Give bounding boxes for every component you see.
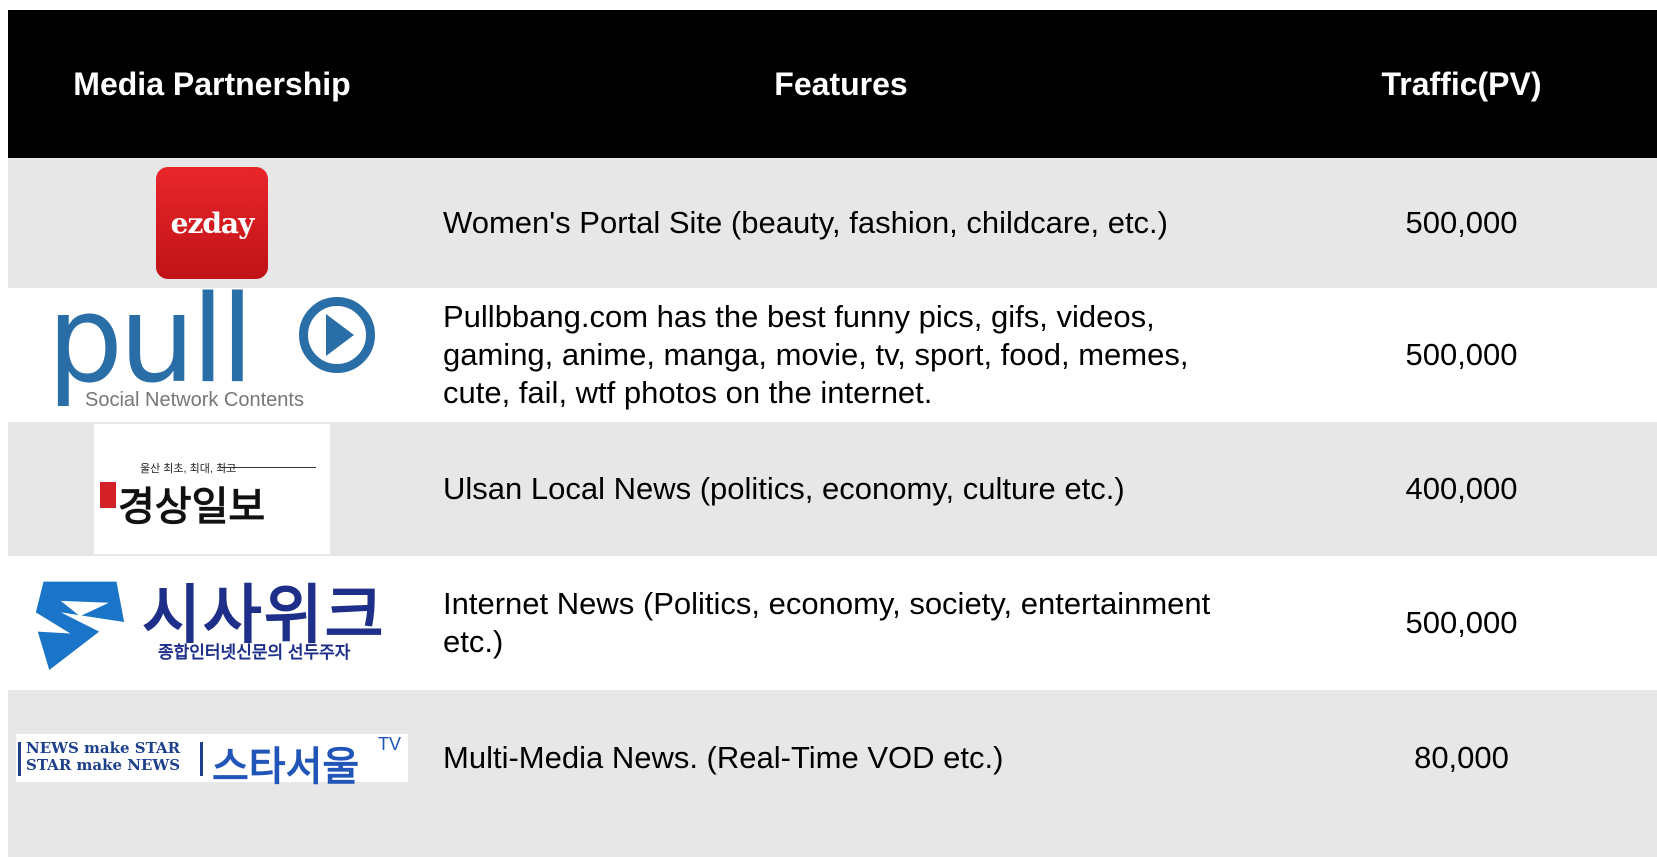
starseoul-tagline-line1: NEWS make STAR xyxy=(26,739,181,757)
play-icon xyxy=(299,297,375,373)
traffic-cell: 400,000 xyxy=(1405,471,1518,506)
header-media-partnership: Media Partnership xyxy=(73,65,351,102)
logo-cell: 울산 최초, 최대, 최고 경상일보 xyxy=(8,422,416,556)
table-row: pull Social Network Contents Pullbbang.c… xyxy=(8,271,1657,422)
table-header: Media Partnership Features Traffic(PV) xyxy=(8,10,1657,158)
gyeongsang-logo-text: 경상일보 xyxy=(118,485,266,529)
logo-cell: NEWS make STAR STAR make NEWS 스타서울 TV xyxy=(8,690,416,826)
logo-cell: pull Social Network Contents xyxy=(8,271,416,422)
features-cell: Internet News (Politics, economy, societ… xyxy=(443,586,1211,659)
features-cell: Multi-Media News. (Real-Time VOD etc.) xyxy=(443,740,1004,775)
divider xyxy=(18,742,21,776)
table-row: 시사위크 종합인터넷신문의 선두주자 Internet News (Politi… xyxy=(8,556,1657,690)
features-cell: Women's Portal Site (beauty, fashion, ch… xyxy=(443,205,1168,240)
header-traffic: Traffic(PV) xyxy=(1381,65,1542,102)
starseoul-logo-text: 스타서울 xyxy=(212,745,360,789)
ezday-logo: ezday xyxy=(156,167,268,279)
k-mark-icon xyxy=(100,482,116,508)
traffic-cell: 80,000 xyxy=(1414,740,1509,775)
pullbbang-logo-subtitle: Social Network Contents xyxy=(85,389,304,411)
sisaweek-logo: 시사위크 종합인터넷신문의 선두주자 xyxy=(32,568,392,678)
table-row: NEWS make STAR STAR make NEWS 스타서울 TV Mu… xyxy=(8,690,1657,857)
pullbbang-logo: pull Social Network Contents xyxy=(47,271,377,417)
starseoul-logo-tv: TV xyxy=(378,734,402,754)
features-cell: Pullbbang.com has the best funny pics, g… xyxy=(443,299,1189,410)
divider xyxy=(220,467,316,468)
traffic-cell: 500,000 xyxy=(1405,337,1518,372)
header-features: Features xyxy=(774,65,908,102)
starseoul-logo: NEWS make STAR STAR make NEWS 스타서울 TV xyxy=(16,734,408,789)
gyeongsang-ilbo-logo: 울산 최초, 최대, 최고 경상일보 xyxy=(94,424,330,554)
starseoul-logo-tagline: NEWS make STAR STAR make NEWS xyxy=(26,740,180,774)
media-partnership-table: Media Partnership Features Traffic(PV) e… xyxy=(8,10,1657,857)
logo-cell: ezday xyxy=(8,158,416,288)
table-row: 울산 최초, 최대, 최고 경상일보 Ulsan Local News (pol… xyxy=(8,422,1657,556)
starseoul-tagline-line2: STAR make NEWS xyxy=(26,756,181,774)
logo-cell: 시사위크 종합인터넷신문의 선두주자 xyxy=(8,556,416,690)
features-cell: Ulsan Local News (politics, economy, cul… xyxy=(443,471,1125,506)
table-row: ezday Women's Portal Site (beauty, fashi… xyxy=(8,158,1657,288)
divider xyxy=(200,742,203,776)
ezday-logo-text: ezday xyxy=(170,206,255,240)
sisaweek-s-icon xyxy=(35,581,125,670)
traffic-cell: 500,000 xyxy=(1405,605,1518,640)
sisaweek-logo-subtitle: 종합인터넷신문의 선두주자 xyxy=(158,643,351,662)
traffic-cell: 500,000 xyxy=(1405,205,1518,240)
